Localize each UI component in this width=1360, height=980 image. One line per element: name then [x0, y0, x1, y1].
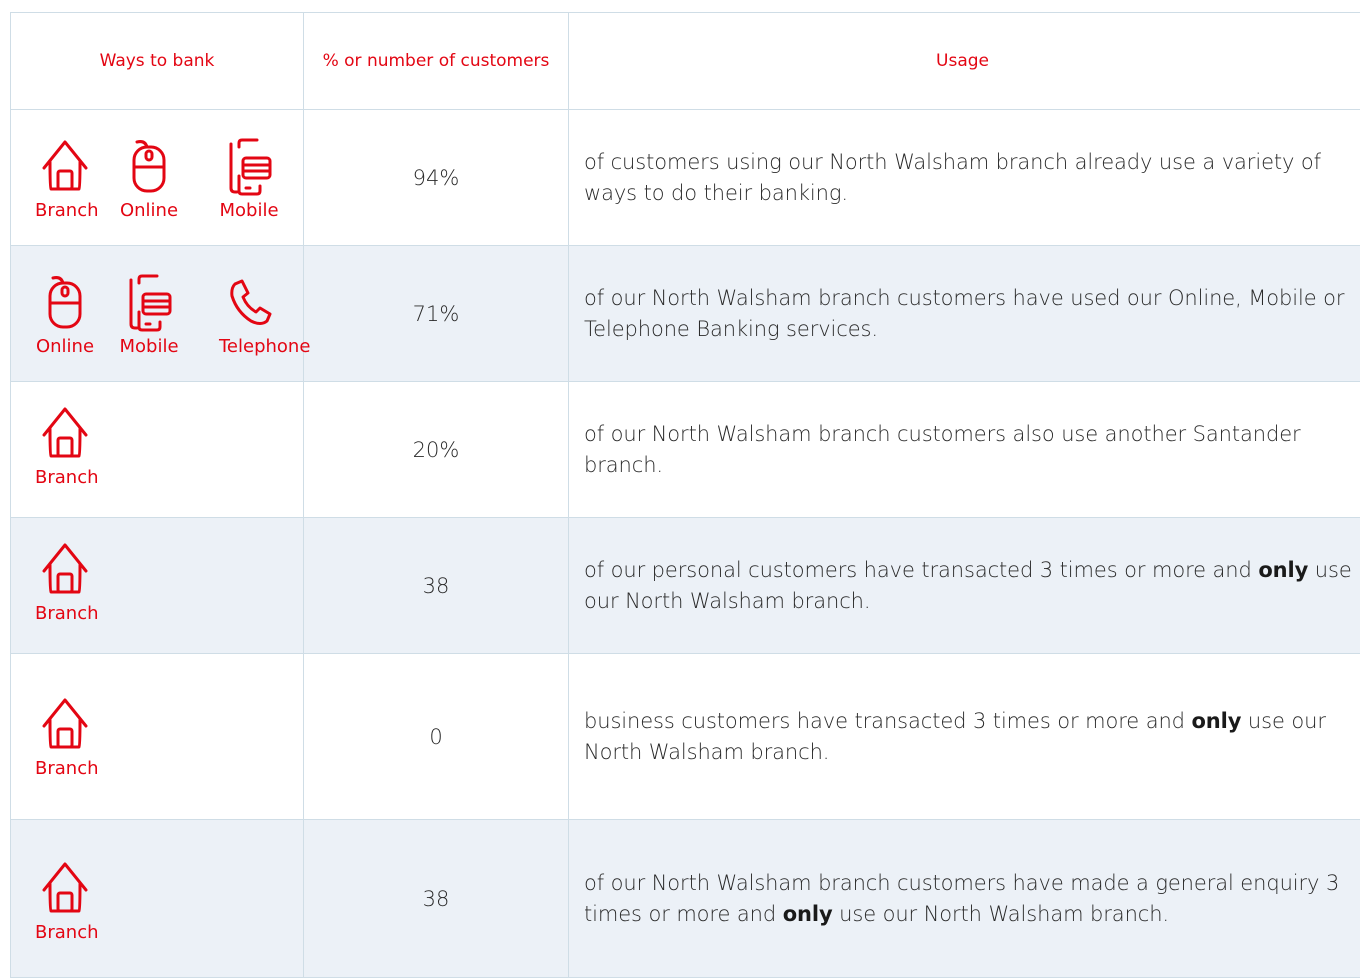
- usage-emphasis: only: [782, 901, 833, 926]
- branch-channel: Branch: [35, 696, 99, 779]
- mobile-channel: Mobile: [119, 274, 179, 357]
- table-row: Branch 0 business customers have transacte…: [10, 654, 1360, 820]
- channel-label: Telephone: [219, 336, 311, 357]
- online-channel: Online: [35, 274, 95, 357]
- table-row: Branch 38 of our North Walsham branch cust…: [10, 820, 1360, 978]
- customer-value-cell: 38: [304, 518, 569, 653]
- usage-text: of our North Walsham branch customers al…: [584, 421, 1301, 477]
- table-row: Branch 38 of our personal customers have t…: [10, 518, 1360, 654]
- customer-value: 38: [422, 886, 450, 911]
- ways-to-bank-table: Ways to bank % or number of customers Us…: [10, 12, 1360, 978]
- customer-value: 94%: [412, 165, 460, 190]
- mobile-card-icon: [219, 138, 279, 196]
- branch-channel: Branch: [35, 138, 99, 221]
- ways-to-bank-cell: Branch: [10, 654, 304, 819]
- usage-text: of our North Walsham branch customers ha…: [584, 285, 1345, 341]
- house-icon: [35, 541, 95, 599]
- channel-label: Branch: [35, 603, 99, 624]
- channel-label: Online: [119, 200, 179, 221]
- customer-value-cell: 0: [304, 654, 569, 819]
- table-row: Online Mobile Telephone 71% of our North Wal…: [10, 246, 1360, 382]
- customer-value: 0: [429, 724, 443, 749]
- table-header-row: Ways to bank % or number of customers Us…: [10, 13, 1360, 110]
- ways-to-bank-cell: Branch: [10, 820, 304, 977]
- ways-to-bank-cell: Branch: [10, 518, 304, 653]
- customer-value-cell: 94%: [304, 110, 569, 245]
- usage-cell: of our North Walsham branch customers al…: [569, 382, 1360, 517]
- mouse-icon: [119, 138, 179, 196]
- ways-to-bank-cell: Branch: [10, 382, 304, 517]
- usage-emphasis: only: [1258, 557, 1309, 582]
- usage-cell: of our North Walsham branch customers ha…: [569, 820, 1360, 977]
- mouse-icon: [35, 274, 95, 332]
- house-icon: [35, 696, 95, 754]
- channel-label: Branch: [35, 758, 99, 779]
- usage-text: of our personal customers have transacte…: [584, 557, 1352, 613]
- channel-label: Mobile: [219, 200, 279, 221]
- customer-value-cell: 71%: [304, 246, 569, 381]
- online-channel: Online: [119, 138, 179, 221]
- ways-to-bank-cell: Online Mobile Telephone: [10, 246, 311, 381]
- branch-channel: Branch: [35, 541, 99, 624]
- customer-value: 38: [422, 573, 450, 598]
- customer-value: 20%: [412, 437, 460, 462]
- mobile-channel: Mobile: [219, 138, 279, 221]
- customer-value: 71%: [412, 301, 460, 326]
- usage-emphasis: only: [1191, 708, 1242, 733]
- usage-text: business customers have transacted 3 tim…: [584, 708, 1326, 764]
- usage-cell: of customers using our North Walsham bra…: [569, 110, 1360, 245]
- branch-channel: Branch: [35, 860, 99, 943]
- phone-icon: [219, 274, 279, 332]
- table-row: Branch Online Mobile 94% of customers using …: [10, 110, 1360, 246]
- channel-label: Mobile: [119, 336, 179, 357]
- channel-label: Online: [35, 336, 95, 357]
- usage-text: of customers using our North Walsham bra…: [584, 149, 1321, 205]
- usage-cell: of our personal customers have transacte…: [569, 518, 1360, 653]
- customer-value-cell: 20%: [304, 382, 569, 517]
- ways-to-bank-cell: Branch Online Mobile: [10, 110, 304, 245]
- channel-label: Branch: [35, 467, 99, 488]
- house-icon: [35, 860, 95, 918]
- customer-value-cell: 38: [304, 820, 569, 977]
- table-row: Branch 20% of our North Walsham branch cus…: [10, 382, 1360, 518]
- mobile-card-icon: [119, 274, 179, 332]
- usage-cell: of our North Walsham branch customers ha…: [569, 246, 1360, 381]
- usage-text: of our North Walsham branch customers ha…: [584, 870, 1340, 926]
- channel-label: Branch: [35, 200, 99, 221]
- header-usage: Usage: [936, 51, 989, 71]
- header-ways-to-bank: Ways to bank: [10, 13, 304, 109]
- channel-label: Branch: [35, 922, 99, 943]
- usage-cell: business customers have transacted 3 tim…: [569, 654, 1360, 819]
- house-icon: [35, 138, 95, 196]
- branch-channel: Branch: [35, 405, 99, 488]
- telephone-channel: Telephone: [219, 274, 311, 357]
- house-icon: [35, 405, 95, 463]
- header-number-of-customers: % or number of customers: [304, 13, 569, 109]
